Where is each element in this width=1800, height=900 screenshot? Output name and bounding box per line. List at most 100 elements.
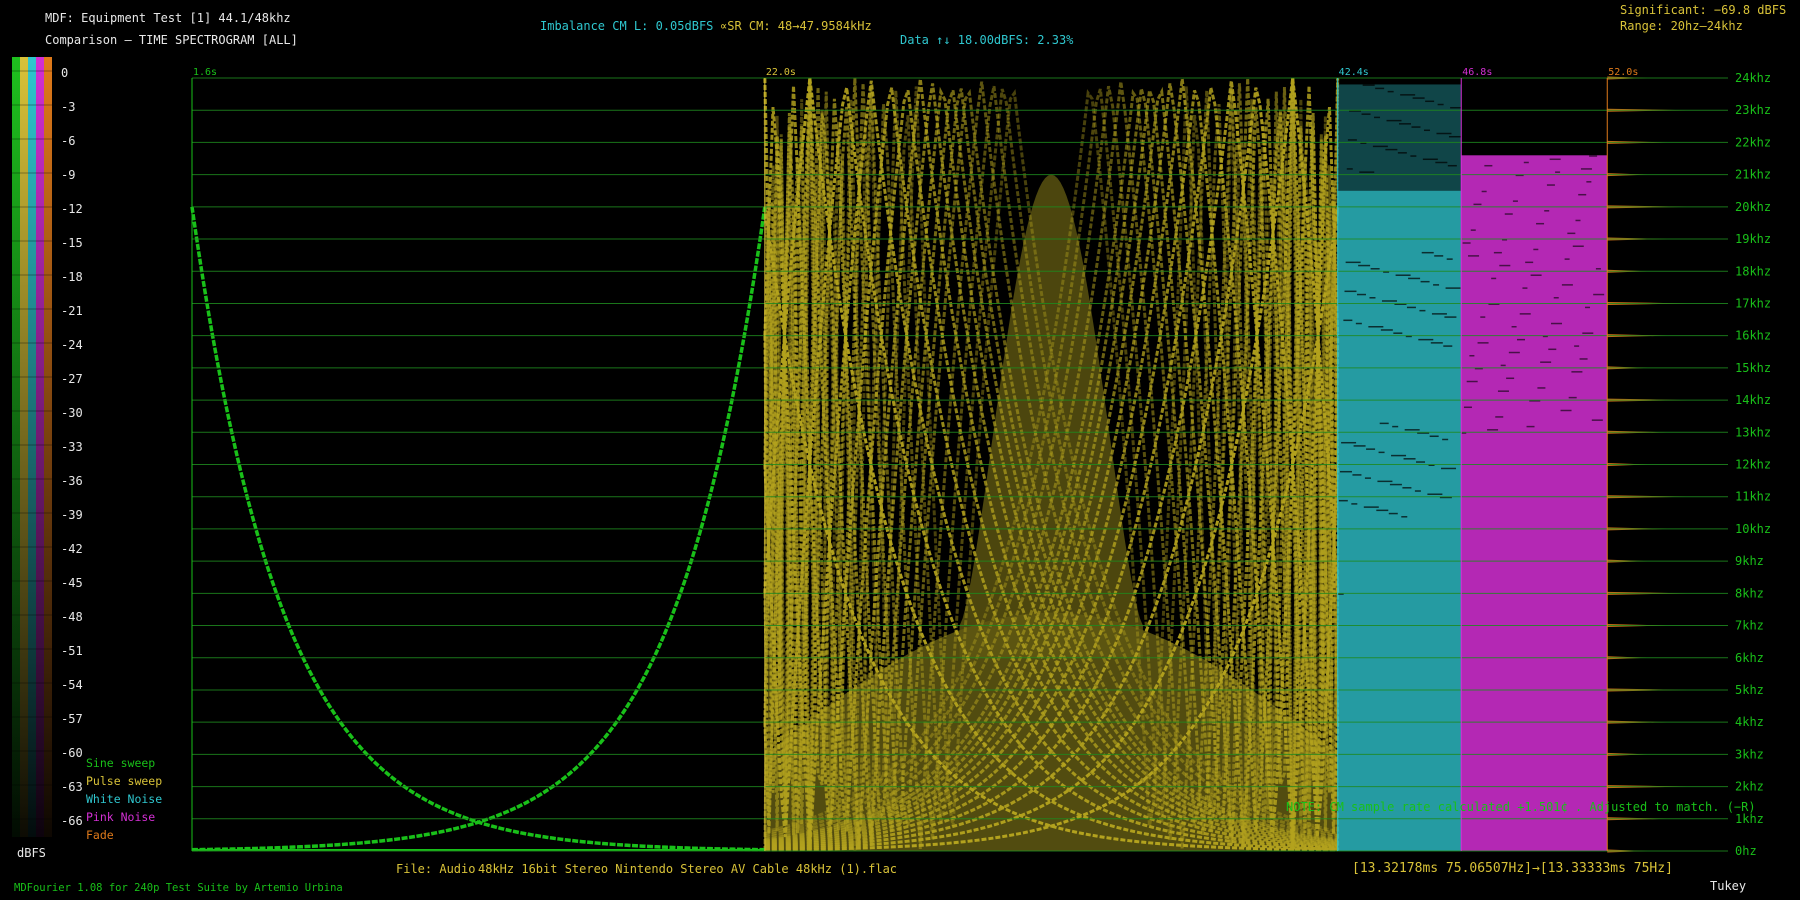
noise-speck — [1425, 100, 1435, 103]
y-tick-label: 15khz — [1735, 361, 1771, 375]
noise-speck — [1463, 406, 1472, 409]
noise-speck — [1355, 322, 1362, 325]
noise-speck — [1414, 490, 1421, 492]
noise-speck — [1447, 164, 1457, 167]
noise-speck — [1385, 148, 1398, 151]
noise-speck — [1522, 287, 1528, 289]
noise-speck — [1412, 97, 1425, 99]
noise-speck — [1473, 203, 1482, 206]
noise-speck — [1408, 277, 1421, 280]
noise-speck — [1564, 258, 1570, 260]
y-tick-label: 19khz — [1735, 232, 1771, 246]
noise-speck — [1567, 232, 1576, 235]
y-tick-label: 8khz — [1735, 586, 1764, 600]
noise-speck — [1362, 84, 1375, 86]
noise-speck — [1555, 171, 1561, 173]
noise-speck — [1350, 81, 1366, 83]
y-tick-label: 13khz — [1735, 425, 1771, 439]
segment-start-label: 22.0s — [766, 67, 796, 78]
noise-speck — [1561, 284, 1573, 286]
noise-speck — [1579, 358, 1588, 360]
noise-speck — [1351, 503, 1358, 505]
y-tick-label: 16khz — [1735, 329, 1771, 343]
noise-speck — [1366, 448, 1376, 450]
noise-speck — [1393, 332, 1403, 334]
file-name: 48kHz 16bit Stereo Nintendo Stereo AV Ca… — [478, 862, 898, 876]
noise-speck — [1568, 396, 1577, 399]
y-tick-label: 6khz — [1735, 651, 1764, 665]
noise-speck — [1530, 274, 1542, 276]
y-tick-label: 5khz — [1735, 683, 1764, 697]
credits: MDFourier 1.08 for 240p Test Suite by Ar… — [14, 882, 343, 894]
noise-speck — [1593, 293, 1605, 296]
noise-speck — [1356, 293, 1366, 296]
noise-speck — [1345, 261, 1361, 264]
noise-speck — [1477, 342, 1489, 344]
noise-speck — [1347, 139, 1357, 141]
noise-speck — [1387, 90, 1394, 93]
noise-speck — [1499, 264, 1511, 267]
noise-speck — [1470, 229, 1476, 231]
noise-speck — [1443, 345, 1453, 347]
noise-speck — [1519, 313, 1531, 315]
spectrogram-plot: 1.6s 22.0s 42.4s 46.8s 52.0s0hz1khz2khz3khz4… — [190, 67, 1771, 858]
noise-speck — [1359, 171, 1375, 173]
noise-speck — [1533, 248, 1539, 251]
y-tick-label: 9khz — [1735, 554, 1764, 568]
noise-speck — [1462, 242, 1471, 244]
y-tick-label: 17khz — [1735, 296, 1771, 310]
noise-speck — [1403, 458, 1416, 460]
segment-start-label: 52.0s — [1608, 67, 1638, 78]
noise-speck — [1591, 419, 1603, 421]
noise-speck — [1526, 425, 1535, 428]
y-tick-label: 20khz — [1735, 200, 1771, 214]
noise-speck — [1444, 316, 1457, 318]
note-text: NOTE: CM sample rate calculated +1.501¢ … — [1286, 800, 1756, 814]
white-noise-region — [1337, 81, 1466, 851]
noise-speck — [1480, 316, 1486, 318]
noise-speck — [1495, 416, 1504, 418]
noise-speck — [1468, 255, 1480, 257]
noise-speck — [1582, 332, 1594, 334]
noise-speck — [1422, 158, 1438, 161]
noise-speck — [1585, 306, 1591, 309]
noise-speck — [1484, 164, 1493, 167]
noise-speck — [1399, 123, 1412, 125]
noise-speck — [1391, 454, 1407, 457]
noise-speck — [1397, 152, 1407, 154]
noise-speck — [1433, 284, 1440, 286]
noise-speck — [1553, 297, 1559, 299]
noise-speck — [1572, 245, 1584, 247]
noise-speck — [1376, 509, 1389, 512]
noise-speck — [1363, 506, 1379, 508]
segment-start-label: 1.6s — [193, 67, 217, 78]
noise-speck — [1560, 409, 1572, 412]
noise-speck — [1352, 474, 1362, 476]
y-tick-label: 4khz — [1735, 715, 1764, 729]
noise-speck — [1370, 268, 1380, 270]
noise-speck — [1575, 219, 1581, 222]
noise-speck — [1368, 326, 1384, 328]
noise-speck — [1369, 297, 1376, 299]
window-name: Tukey — [1710, 879, 1747, 893]
y-tick-label: 23khz — [1735, 103, 1771, 117]
noise-speck — [1469, 354, 1475, 357]
y-tick-label: 2khz — [1735, 780, 1764, 794]
noise-speck — [1437, 103, 1444, 106]
pink-noise-block — [1461, 155, 1608, 852]
noise-speck — [1518, 148, 1530, 151]
noise-speck — [1595, 268, 1601, 270]
frame-info: [13.32178ms 75.06507Hz]→[13.33333ms 75Hz… — [1352, 861, 1673, 876]
y-tick-label: 21khz — [1735, 168, 1771, 182]
y-tick-label: 24khz — [1735, 71, 1771, 85]
noise-speck — [1434, 255, 1444, 257]
noise-speck — [1411, 126, 1421, 128]
noise-speck — [1578, 193, 1587, 196]
noise-speck — [1436, 132, 1452, 135]
noise-speck — [1344, 290, 1357, 293]
noise-speck — [1416, 461, 1426, 463]
noise-speck — [1487, 429, 1499, 431]
noise-speck — [1378, 451, 1385, 454]
noise-speck — [1420, 280, 1430, 283]
noise-speck — [1338, 499, 1348, 502]
